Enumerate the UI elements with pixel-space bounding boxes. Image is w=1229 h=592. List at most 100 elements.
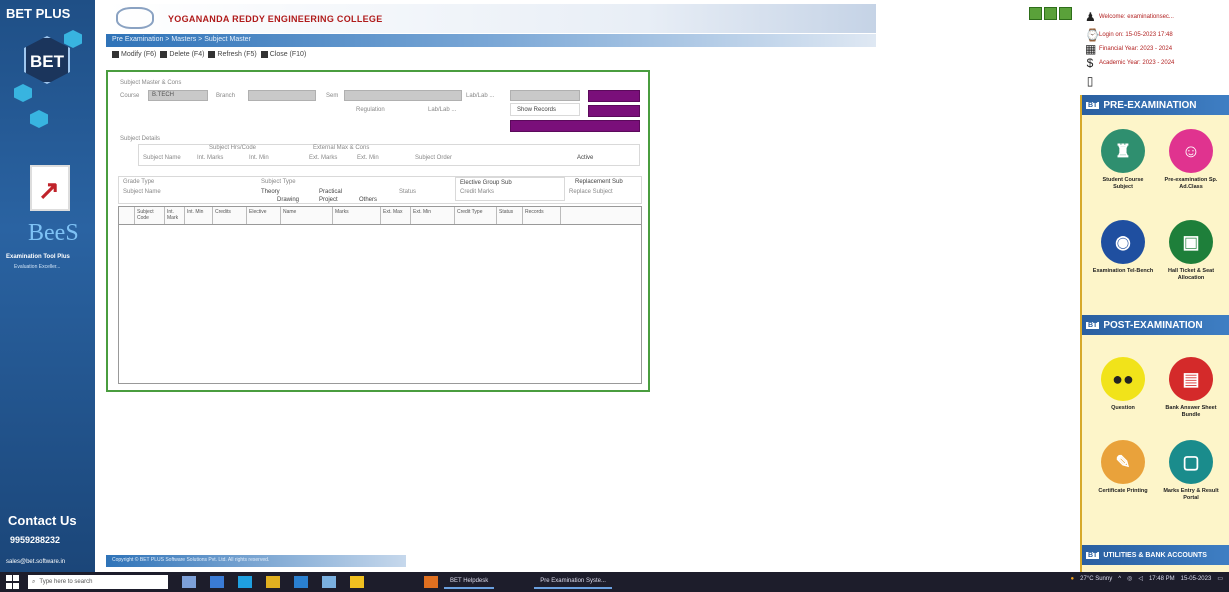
breadcrumb[interactable]: Pre Examination > Masters > Subject Mast… — [112, 36, 251, 43]
utilities-header[interactable]: BT UTILITIES & BANK ACCOUNTS — [1082, 545, 1229, 565]
contact-email[interactable]: sales@bet.software.in — [6, 559, 65, 565]
type-practical-radio[interactable]: Practical — [319, 189, 342, 195]
replace-subject-input[interactable]: Replace Subject — [569, 189, 613, 195]
weather-text[interactable]: 27°C Sunny — [1080, 576, 1112, 582]
toolbar: Modify (F6) Delete (F4) Refresh (F5) Clo… — [112, 51, 306, 58]
close-button[interactable]: Close (F10) — [260, 51, 306, 58]
post-tile-label: Bank Answer Sheet Bundle — [1165, 405, 1217, 418]
clock-date[interactable]: 15-05-2023 — [1181, 576, 1212, 582]
lab-label: Lab/Lab ... — [466, 93, 495, 99]
trend-chart-icon: ↗ — [30, 165, 70, 211]
grid-column-header[interactable]: Credit Type — [455, 207, 497, 224]
header-bar: YOGANANDA REDDY ENGINEERING COLLEGE — [106, 4, 876, 33]
dollar-icon: $ — [1086, 56, 1094, 70]
hex-decoration-icon — [14, 84, 32, 102]
ext-marks-label: Ext. Marks — [309, 155, 338, 161]
grid-column-header[interactable]: Ext. Min — [411, 207, 455, 224]
tray-arrow-icon[interactable]: ^ — [1118, 576, 1121, 582]
right-sidebar: BT PRE-EXAMINATION ♜ Student Course Subj… — [1080, 95, 1229, 572]
sem-select[interactable] — [344, 90, 462, 101]
user-icon: ♟ — [1085, 10, 1096, 24]
grid-column-header[interactable]: Ext. Max — [381, 207, 411, 224]
grid-column-header[interactable] — [119, 207, 135, 224]
grid-column-header[interactable]: Name — [281, 207, 333, 224]
int-marks-label: Int. Marks — [197, 155, 224, 161]
modify-button[interactable]: Modify (F6) — [112, 51, 156, 58]
chrome-icon[interactable] — [424, 576, 438, 588]
grid-header-row: Subject Code Int. Mark Int. Min Credits Elec… — [119, 207, 641, 225]
logout-icon[interactable] — [1059, 7, 1072, 20]
contact-phone[interactable]: 9959288232 — [10, 535, 60, 545]
grid-column-header[interactable]: Status — [497, 207, 523, 224]
pre-tile-label: Hall Ticket & Seat Allocation — [1167, 268, 1215, 281]
windows-start-icon[interactable] — [6, 575, 20, 589]
action-button-2[interactable] — [588, 105, 640, 117]
post-tile-2[interactable]: ▤ Bank Answer Sheet Bundle — [1160, 357, 1222, 419]
action-button-1[interactable] — [588, 90, 640, 102]
task-view-icon[interactable] — [210, 576, 224, 588]
refresh-icon — [208, 51, 216, 58]
taskbar-window-2[interactable]: Pre Examination Syste... — [534, 575, 612, 589]
post-examination-header[interactable]: BT POST-EXAMINATION — [1082, 315, 1229, 335]
bt-badge-icon: BT — [1086, 551, 1100, 559]
home-icon[interactable] — [1029, 7, 1042, 20]
notification-icon[interactable]: ▭ — [1217, 575, 1223, 582]
ext-min-label: Ext. Min — [357, 155, 379, 161]
document-row: ▯ — [1085, 74, 1095, 88]
type-project-radio[interactable]: Project — [319, 197, 338, 203]
certificate-icon: ✎ — [1101, 440, 1145, 484]
grid-column-header[interactable]: Int. Mark — [165, 207, 185, 224]
network-icon[interactable]: ◎ — [1127, 575, 1132, 582]
close-icon — [260, 51, 268, 58]
file-explorer-icon[interactable] — [266, 576, 280, 588]
folder-icon[interactable] — [350, 576, 364, 588]
delete-icon — [160, 51, 168, 58]
cortana-icon[interactable] — [182, 576, 196, 588]
type-drawing-radio[interactable]: Drawing — [277, 197, 299, 203]
pre-tile-3[interactable]: ◉ Examination Tel-Bench — [1092, 220, 1154, 275]
taskbar-window-1[interactable]: BET Helpdesk — [444, 575, 495, 589]
pre-tile-4[interactable]: ▣ Hall Ticket & Seat Allocation — [1160, 220, 1222, 282]
grid-column-header[interactable]: Records — [523, 207, 561, 224]
taskbar-search[interactable]: ⌕ Type here to search — [28, 575, 168, 589]
mail-icon[interactable] — [322, 576, 336, 588]
tel-bench-icon: ◉ — [1101, 220, 1145, 264]
grid-column-header[interactable]: Subject Code — [135, 207, 165, 224]
search-placeholder: Type here to search — [39, 579, 93, 585]
delete-button[interactable]: Delete (F4) — [160, 51, 204, 58]
edge-icon[interactable] — [238, 576, 252, 588]
type-others-radio[interactable]: Others — [359, 197, 377, 203]
course-select[interactable]: B.TECH — [148, 90, 208, 101]
lab-select[interactable] — [510, 90, 580, 101]
system-tray: ● 27°C Sunny ^ ◎ ◁ 17:48 PM 15-05-2023 ▭ — [1071, 575, 1223, 583]
grid-column-header[interactable]: Elective — [247, 207, 281, 224]
settings-icon[interactable] — [1044, 7, 1057, 20]
document-icon[interactable]: ▯ — [1085, 74, 1095, 88]
pre-tile-2[interactable]: ☺ Pre-examination Sp. Ad.Class — [1160, 129, 1222, 191]
clock-time[interactable]: 17:48 PM — [1149, 576, 1175, 582]
store-icon[interactable] — [294, 576, 308, 588]
student-course-icon: ♜ — [1101, 129, 1145, 173]
post-tile-1[interactable]: ●● Question — [1092, 357, 1154, 412]
type-theory-radio[interactable]: Theory — [261, 189, 280, 195]
pre-examination-header[interactable]: BT PRE-EXAMINATION — [1082, 95, 1229, 115]
post-tile-4[interactable]: ▢ Marks Entry & Result Portal — [1160, 440, 1222, 502]
taskbar: ⌕ Type here to search BET Helpdesk Pre E… — [0, 572, 1229, 592]
pre-tile-1[interactable]: ♜ Student Course Subject — [1092, 129, 1154, 191]
refresh-button[interactable]: Refresh (F5) — [208, 51, 257, 58]
window-title: BET Helpdesk — [450, 578, 489, 584]
breadcrumb-bar: Pre Examination > Masters > Subject Mast… — [106, 34, 876, 47]
post-tile-3[interactable]: ✎ Certificate Printing — [1092, 440, 1154, 495]
post-examination-title: POST-EXAMINATION — [1103, 319, 1203, 331]
volume-icon[interactable]: ◁ — [1138, 575, 1143, 582]
lab-option-label: Lab/Lab ... — [428, 107, 457, 113]
subject-name-hint: Subject Name — [123, 189, 161, 195]
show-records-button[interactable] — [510, 120, 640, 132]
top-icon-group — [1029, 7, 1072, 20]
grid-column-header[interactable]: Int. Min — [185, 207, 213, 224]
branch-select[interactable] — [248, 90, 316, 101]
edit-icon — [112, 51, 119, 58]
grid-column-header[interactable]: Marks — [333, 207, 381, 224]
grid-column-header[interactable]: Credits — [213, 207, 247, 224]
subject-name-label: Subject Name — [143, 155, 181, 161]
